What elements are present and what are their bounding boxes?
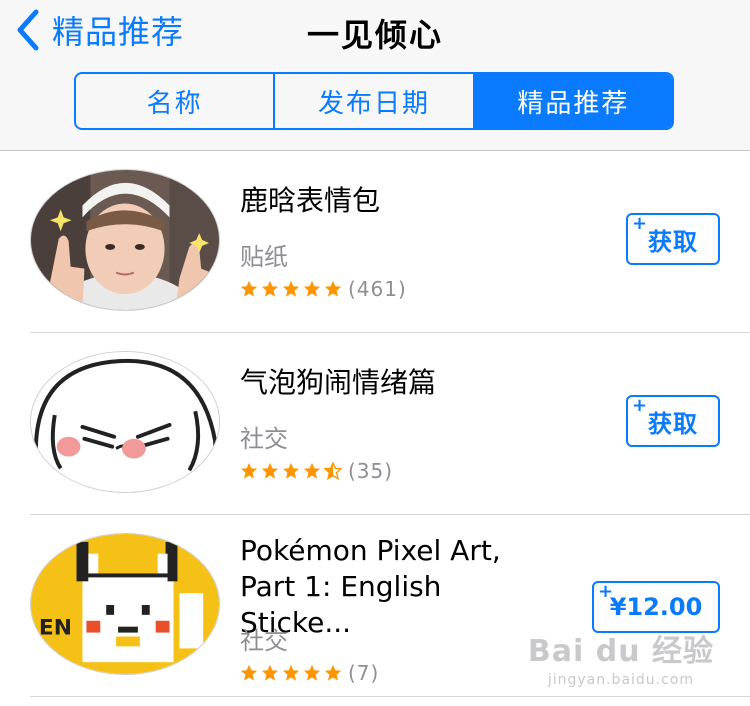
app-name: Pokémon Pixel Art, Part 1: English Stick… [240,533,560,641]
app-name-line-2: Part 1: English Sticke... [240,570,442,639]
star-icon [282,664,300,681]
app-category: 社交 [240,627,288,655]
star-icon [303,664,321,681]
page-title: 一见倾心 [306,16,443,54]
star-icon [261,664,279,681]
watermark-url: jingyan.baidu.com [547,672,695,688]
price-button-label: ¥12.00 [609,593,703,621]
watermark-logo: Bai du 经验 [527,634,714,669]
star-icon [240,462,258,479]
thumbnail-en-label: EN [39,616,72,641]
app-category: 贴纸 [240,243,288,271]
half-star-icon [324,462,342,480]
star-icon [303,280,321,297]
divider [30,696,750,697]
plus-icon: + [598,581,614,602]
bubble-dog-thumbnail [30,351,220,493]
segment-featured[interactable]: 精品推荐 [472,74,672,128]
list-item[interactable]: 鹿晗表情包 贴纸 (461) + 获取 [0,151,750,333]
star-icon [261,462,279,479]
rating-count: (7) [348,661,380,685]
pixel-pikachu-thumbnail: EN [30,533,220,675]
stars [240,462,342,480]
segment-release-date[interactable]: 发布日期 [273,74,472,128]
plus-icon: + [632,213,649,234]
star-icon [240,664,258,681]
segment-name[interactable]: 名称 [76,74,273,128]
sticker-photo-thumbnail [30,169,220,311]
navigation-bar: 精品推荐 一见倾心 名称 发布日期 精品推荐 [0,0,750,151]
rating-count: (461) [348,277,407,301]
plus-icon: + [632,395,649,416]
list-item[interactable]: 气泡狗闹情绪篇 社交 (35) + 获取 [0,333,750,515]
stars [240,280,342,298]
get-button[interactable]: + 获取 [626,395,720,447]
app-name-line-1: Pokémon Pixel Art, [240,534,501,567]
star-icon [240,280,258,297]
star-icon [324,664,342,681]
star-rating: (461) [240,277,407,301]
app-name: 鹿晗表情包 [240,184,381,217]
watermark: Bai du 经验 jingyan.baidu.com [528,626,714,688]
star-icon [324,280,342,297]
star-icon [261,280,279,297]
sort-segmented-control: 名称 发布日期 精品推荐 [74,72,674,130]
star-icon [282,280,300,297]
app-category: 社交 [240,425,288,453]
get-button[interactable]: + 获取 [626,213,720,265]
app-name: 气泡狗闹情绪篇 [240,366,437,399]
stars [240,664,342,682]
rating-count: (35) [348,459,394,483]
get-button-label: 获取 [648,409,698,438]
app-list: 鹿晗表情包 贴纸 (461) + 获取 气泡狗闹情绪篇 社交 (35) + 获取… [0,151,750,697]
star-icon [303,462,321,479]
star-rating: (7) [240,661,379,685]
star-rating: (35) [240,459,393,483]
get-button-label: 获取 [648,227,698,256]
star-icon [282,462,300,479]
